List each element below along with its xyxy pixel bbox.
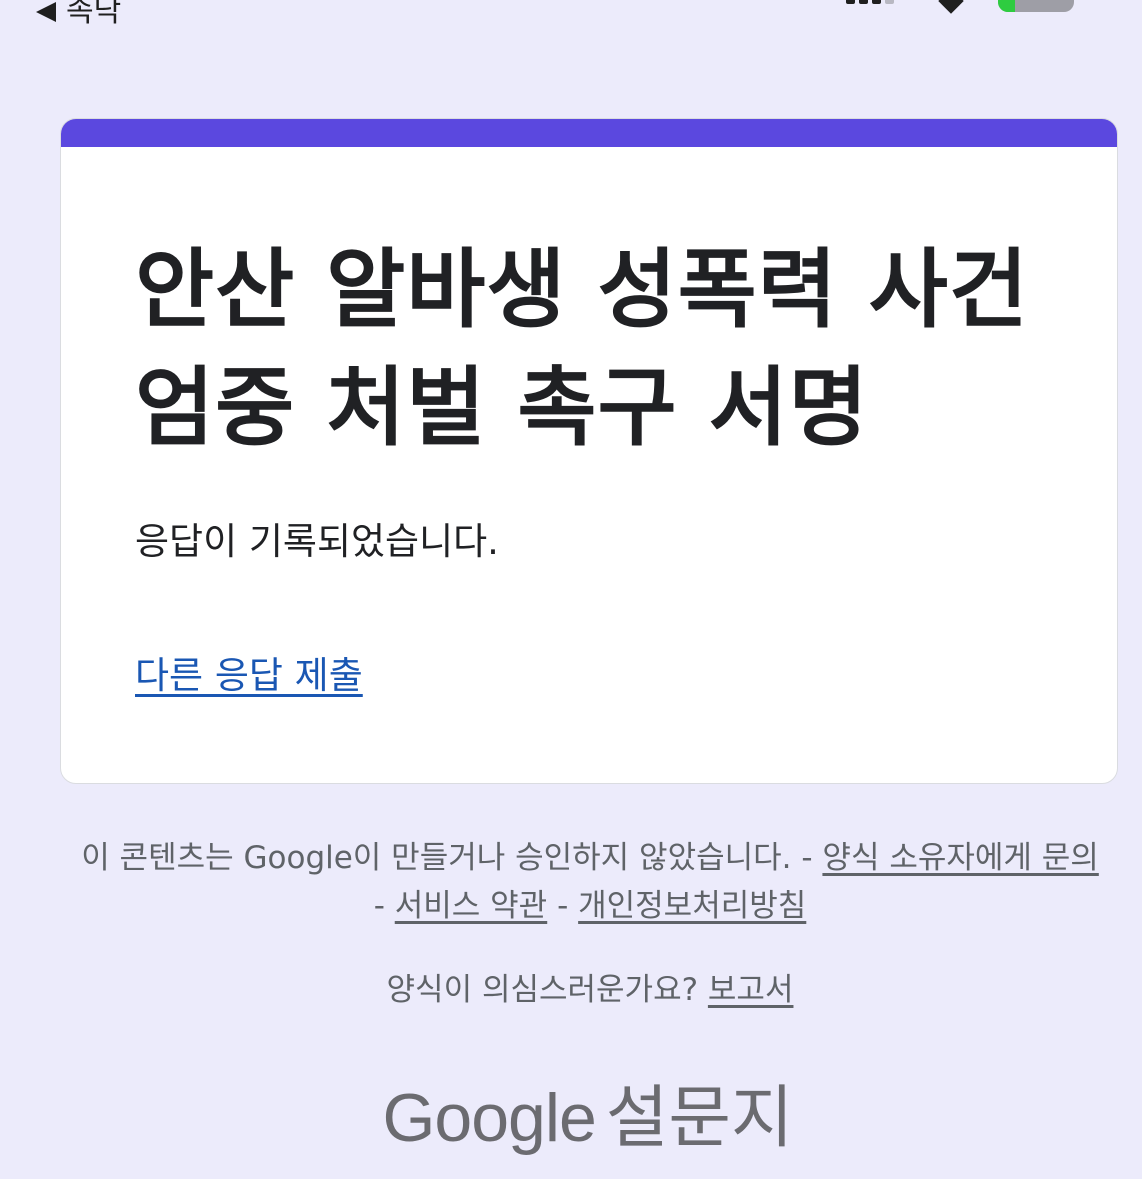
google-forms-logo: Google 설문지: [0, 1076, 1142, 1161]
google-disclaimer: 이 콘텐츠는 Google이 만들거나 승인하지 않았습니다. - 양식 소유자…: [80, 834, 1100, 930]
terms-of-service-link[interactable]: 서비스 약관: [395, 888, 547, 924]
disclaimer-text: 이 콘텐츠는 Google이 만들거나 승인하지 않았습니다. -: [81, 840, 813, 876]
google-wordmark: Google: [382, 1080, 597, 1156]
back-arrow-icon: [36, 2, 56, 22]
back-app-label: 속닥: [66, 0, 122, 29]
form-confirmation-card: 안산 알바생 성폭력 사건 엄중 처벌 촉구 서명 응답이 기록되었습니다. 다…: [60, 118, 1118, 784]
privacy-policy-link[interactable]: 개인정보처리방침: [578, 888, 806, 924]
separator: -: [557, 888, 569, 924]
battery-level-fill: [998, 0, 1015, 12]
form-title-line-1: 안산 알바생 성폭력 사건: [135, 240, 1030, 340]
report-abuse-line: 양식이 의심스러운가요? 보고서: [80, 966, 1100, 1014]
wifi-icon: [938, 0, 964, 14]
status-bar: 속닥: [0, 0, 1142, 40]
form-title-line-2: 엄중 처벌 촉구 서명: [135, 358, 869, 458]
back-to-app-button[interactable]: 속닥: [36, 0, 121, 32]
form-accent-bar: [61, 119, 1117, 147]
report-abuse-link[interactable]: 보고서: [708, 972, 794, 1008]
report-question: 양식이 의심스러운가요?: [386, 972, 699, 1008]
cellular-signal-icon: [846, 0, 894, 4]
response-recorded-message: 응답이 기록되었습니다.: [135, 520, 499, 563]
contact-form-owner-link[interactable]: 양식 소유자에게 문의: [822, 840, 1098, 876]
battery-icon: [998, 0, 1074, 12]
submit-another-response-link[interactable]: 다른 응답 제출: [135, 651, 363, 701]
form-title: 안산 알바생 성폭력 사건 엄중 처벌 촉구 서명: [135, 231, 1075, 467]
forms-product-name: 설문지: [605, 1079, 794, 1158]
separator: -: [373, 888, 385, 924]
